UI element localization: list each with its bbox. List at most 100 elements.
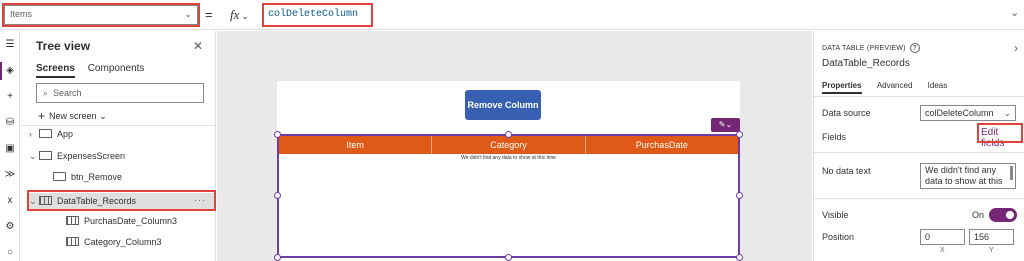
column-header-item[interactable]: Item bbox=[279, 136, 433, 154]
divider bbox=[814, 152, 1024, 153]
chevron-right-icon: › bbox=[29, 129, 32, 139]
no-data-text-label: No data text bbox=[822, 166, 871, 176]
position-y-input[interactable]: 156 bbox=[969, 229, 1014, 245]
tree-node-button[interactable]: btn_Remove bbox=[53, 172, 208, 190]
data-table[interactable]: Item Category PurchasDate We didn't find… bbox=[277, 134, 740, 258]
formula-input[interactable]: colDeleteColumn bbox=[262, 4, 1008, 26]
app-icon bbox=[39, 129, 52, 138]
control-name[interactable]: DataTable_Records bbox=[822, 58, 910, 69]
resize-handle[interactable] bbox=[736, 192, 743, 199]
resize-handle[interactable] bbox=[274, 254, 281, 261]
help-icon[interactable]: ? bbox=[909, 43, 920, 53]
edit-fields-link[interactable]: Edit fields bbox=[981, 127, 1024, 149]
tab-components[interactable]: Components bbox=[88, 63, 145, 76]
data-icon[interactable]: ⛁ bbox=[3, 116, 17, 130]
resize-handle[interactable] bbox=[736, 254, 743, 261]
node-label: btn_Remove bbox=[71, 172, 123, 182]
chevron-down-icon: ⌄ bbox=[1003, 108, 1011, 118]
resize-handle[interactable] bbox=[505, 254, 512, 261]
remove-column-button[interactable]: Remove Column bbox=[465, 90, 541, 120]
no-data-text-value: We didn't find any data to show at this bbox=[925, 165, 1003, 186]
search-icon: ⌕ bbox=[43, 88, 49, 98]
copilot-badge-icon[interactable]: ✎⌄ bbox=[711, 118, 740, 132]
column-icon bbox=[66, 237, 79, 246]
plus-icon: + bbox=[38, 109, 46, 123]
property-dropdown[interactable]: Items ⌄ bbox=[4, 5, 198, 25]
table-icon bbox=[39, 196, 52, 205]
node-label: Category_Column3 bbox=[84, 237, 162, 247]
variables-icon[interactable]: x bbox=[3, 194, 17, 208]
node-label: PurchasDate_Column3 bbox=[84, 216, 178, 226]
media-icon[interactable]: ▣ bbox=[3, 142, 17, 156]
search-input[interactable]: ⌕ Search bbox=[36, 83, 204, 103]
tab-advanced[interactable]: Advanced bbox=[877, 81, 913, 92]
tab-properties[interactable]: Properties bbox=[822, 81, 862, 94]
scrollbar[interactable] bbox=[1010, 166, 1013, 180]
x-axis-label: X bbox=[940, 247, 945, 254]
position-label: Position bbox=[822, 232, 855, 242]
property-value: Items bbox=[10, 9, 33, 19]
chevron-right-icon[interactable]: › bbox=[1014, 41, 1018, 55]
tree-node-column[interactable]: PurchasDate_Column3 bbox=[66, 216, 211, 234]
data-source-label: Data source bbox=[822, 108, 871, 118]
fx-button[interactable]: fx ⌄ bbox=[223, 4, 257, 26]
equals-sign: = bbox=[205, 7, 213, 22]
fields-label: Fields bbox=[822, 132, 847, 142]
tree-node-datatable[interactable]: ⌄ DataTable_Records ··· bbox=[29, 193, 214, 211]
left-rail: ☰ ◈ + ⛁ ▣ ≫ x ⚙ ○ bbox=[0, 31, 20, 261]
column-header-purchasdate[interactable]: PurchasDate bbox=[586, 136, 738, 154]
button-icon bbox=[53, 172, 66, 181]
new-screen-label: New screen bbox=[49, 111, 97, 121]
canvas: Remove Column ✎⌄ Item Category PurchasDa… bbox=[217, 31, 812, 261]
divider bbox=[814, 96, 1024, 97]
chevron-down-icon: ⌄ bbox=[29, 196, 37, 206]
insert-plus-icon[interactable]: + bbox=[3, 90, 17, 104]
resize-handle[interactable] bbox=[274, 192, 281, 199]
close-icon[interactable]: ✕ bbox=[193, 39, 203, 53]
visible-toggle[interactable] bbox=[989, 208, 1017, 222]
empty-message: We didn't find any data to show at this … bbox=[461, 155, 556, 161]
no-data-text-input[interactable]: We didn't find any data to show at this bbox=[920, 163, 1016, 189]
more-options-icon[interactable]: ··· bbox=[194, 195, 206, 205]
search-icon[interactable]: ○ bbox=[3, 246, 17, 260]
tree-node-screen[interactable]: ⌄ ExpensesScreen bbox=[29, 151, 209, 169]
node-label: DataTable_Records bbox=[57, 196, 137, 206]
chevron-down-icon: ⌄ bbox=[184, 9, 192, 19]
control-type-label: DATA TABLE (PREVIEW) bbox=[822, 45, 906, 52]
position-x-input[interactable]: 0 bbox=[920, 229, 965, 245]
layers-icon[interactable]: ◈ bbox=[0, 62, 17, 80]
tab-ideas[interactable]: Ideas bbox=[928, 81, 948, 92]
node-label: App bbox=[57, 129, 74, 139]
visible-state: On bbox=[972, 210, 985, 220]
y-axis-label: Y bbox=[989, 247, 994, 254]
power-automate-icon[interactable]: ≫ bbox=[3, 168, 17, 182]
data-source-dropdown[interactable]: colDeleteColumn ⌄ bbox=[920, 105, 1016, 121]
resize-handle[interactable] bbox=[505, 131, 512, 138]
tree-view-title: Tree view bbox=[36, 39, 91, 53]
hamburger-icon[interactable]: ☰ bbox=[3, 38, 17, 52]
screen-icon bbox=[39, 151, 52, 160]
properties-tabs: Properties Advanced Ideas bbox=[822, 81, 960, 94]
visible-label: Visible bbox=[822, 210, 849, 220]
tree-tabs: Screens Components bbox=[36, 63, 154, 78]
resize-handle[interactable] bbox=[274, 131, 281, 138]
chevron-down-icon: ⌄ bbox=[241, 11, 249, 21]
table-header: Item Category PurchasDate bbox=[279, 136, 738, 154]
chevron-down-icon: ⌄ bbox=[29, 151, 37, 161]
advanced-tools-icon[interactable]: ⚙ bbox=[3, 220, 17, 234]
column-icon bbox=[66, 216, 79, 225]
data-source-value: colDeleteColumn bbox=[925, 108, 994, 118]
divider bbox=[21, 125, 216, 126]
properties-panel: DATA TABLE (PREVIEW)? DataTable_Records … bbox=[813, 31, 1024, 261]
expand-chevron-icon[interactable]: ⌄ bbox=[1010, 6, 1019, 19]
tree-view-panel: Tree view ✕ Screens Components ⌕ Search +… bbox=[21, 31, 216, 261]
tree-node-column[interactable]: Category_Column3 bbox=[66, 237, 211, 255]
new-screen-button[interactable]: + New screen ⌄ bbox=[38, 109, 107, 123]
column-header-category[interactable]: Category bbox=[432, 136, 586, 154]
chevron-down-icon: ⌄ bbox=[99, 111, 107, 121]
tab-screens[interactable]: Screens bbox=[36, 63, 75, 78]
resize-handle[interactable] bbox=[736, 131, 743, 138]
search-placeholder: Search bbox=[53, 88, 82, 98]
tree-node-app[interactable]: › App bbox=[29, 129, 209, 147]
node-label: ExpensesScreen bbox=[57, 151, 126, 161]
